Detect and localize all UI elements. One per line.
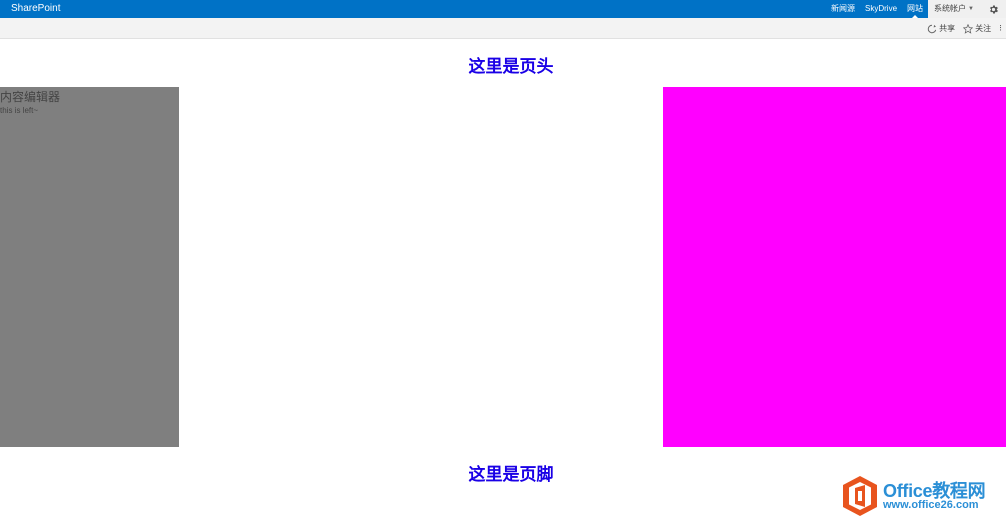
suite-link-sites[interactable]: 网站 [902,0,928,18]
right-column [663,87,1006,447]
webpart-title[interactable]: 内容编辑器 [0,88,60,105]
webpart-content: this is left~ [0,106,39,115]
brand-link[interactable]: SharePoint [11,3,60,14]
suite-links: 新闻源 SkyDrive 网站 系统帐户 ▼ [826,0,1006,18]
share-icon [927,24,937,33]
user-name: 系统帐户 [934,4,967,13]
user-menu[interactable]: 系统帐户 ▼ [928,0,980,18]
star-icon [963,23,974,34]
watermark-logo: Office教程网 www.office26.com [841,474,1003,518]
watermark-url: www.office26.com [883,499,979,511]
page-header-text: 这里是页头 [468,57,554,76]
share-button[interactable]: 共享 [927,23,955,34]
focus-on-content-icon[interactable]: ⁝ [999,24,1002,33]
suite-bar: SharePoint 新闻源 SkyDrive 网站 系统帐户 ▼ [0,0,1006,18]
ribbon-bar: 共享 关注 ⁝ [0,18,1006,39]
suite-link-newsfeed[interactable]: 新闻源 [826,0,860,18]
settings-button[interactable] [980,0,1006,18]
follow-label: 关注 [975,24,992,33]
follow-button[interactable]: 关注 [963,23,991,34]
office-logo-icon [843,476,877,516]
gear-icon [989,4,998,14]
left-column-webpart: 内容编辑器 this is left~ [0,87,179,447]
suite-link-skydrive[interactable]: SkyDrive [860,0,902,18]
chevron-down-icon: ▼ [968,6,974,12]
share-label: 共享 [939,24,956,33]
ribbon-actions: 共享 关注 ⁝ [927,18,1002,39]
